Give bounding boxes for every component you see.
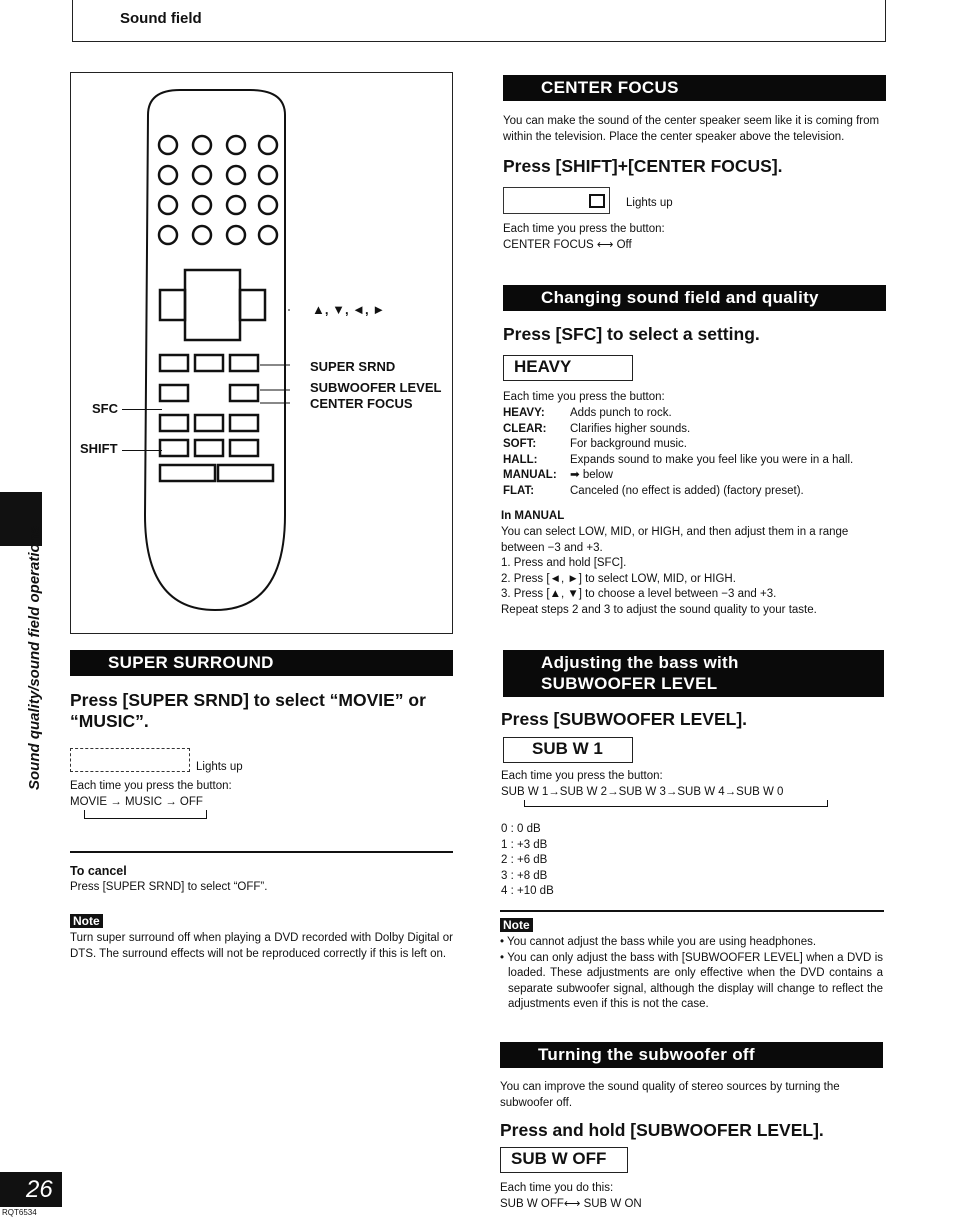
- subwoofer-off-cycle: SUB W OFF⟷ SUB W ON: [500, 1198, 642, 1210]
- level-row: 3 : +8 dB: [501, 869, 548, 882]
- label-subwoofer-level: SUBWOOFER LEVEL: [310, 380, 442, 395]
- mode-row: SOFT: For background music.: [503, 437, 853, 453]
- mode-desc: Adds punch to rock.: [570, 407, 672, 419]
- note-item: • You can only adjust the bass with [SUB…: [500, 951, 884, 1011]
- manual-page: Sound field ▲, ▼, ◄, ► SUPER SRND SUBWOO…: [0, 0, 954, 1227]
- center-focus-display: [503, 187, 610, 214]
- subwoofer-off-intro: You can improve the sound quality of ste…: [500, 1081, 840, 1109]
- center-focus-intro: You can make the sound of the center spe…: [503, 115, 880, 143]
- label-sfc: SFC: [92, 401, 118, 416]
- level-row: 1 : +3 dB: [501, 838, 548, 851]
- mode-row: HALL: Expands sound to make you feel like…: [503, 453, 853, 469]
- sfc-leader-line: [122, 409, 162, 410]
- note-list: • You cannot adjust the bass while you a…: [500, 935, 883, 1013]
- cycle-return-arrow: [84, 810, 207, 819]
- each-time-text: Each time you press the button:: [503, 391, 665, 403]
- mode-name: HALL:: [503, 453, 538, 466]
- bar-line: SUBWOOFER LEVEL: [541, 674, 718, 693]
- mode-desc: ➡ below: [570, 469, 613, 482]
- center-focus-indicator-icon: [589, 194, 605, 208]
- super-surround-cycle: MOVIE → MUSIC → OFF: [70, 796, 203, 808]
- note-text: You cannot adjust the bass while you are…: [507, 936, 817, 948]
- center-focus-cycle: CENTER FOCUS ⟷ Off: [503, 239, 632, 251]
- mode-row: CLEAR: Clarifies higher sounds.: [503, 422, 853, 438]
- mode-row: HEAVY: Adds punch to rock.: [503, 406, 853, 422]
- remote-control-illustration: [143, 89, 290, 612]
- to-cancel-text: Press [SUPER SRND] to select “OFF”.: [70, 881, 268, 893]
- mode-desc: For background music.: [570, 438, 687, 451]
- sfc-heading: Press [SFC] to select a setting.: [503, 324, 760, 344]
- level-row: 2 : +6 dB: [501, 854, 548, 867]
- label-arrows: ▲, ▼, ◄, ►: [312, 302, 386, 317]
- note-badge: Note: [500, 918, 533, 932]
- sfc-display: HEAVY: [503, 355, 633, 381]
- each-time-text: Each time you press the button:: [70, 780, 232, 792]
- subwoofer-cycle: SUB W 1→SUB W 2→SUB W 3→SUB W 4→SUB W 0: [501, 786, 784, 798]
- super-surround-display: [70, 748, 190, 772]
- divider: [500, 910, 884, 912]
- mode-desc: Canceled (no effect is added) (factory p…: [570, 484, 804, 497]
- level-row: 4 : +10 dB: [501, 885, 554, 898]
- mode-name: HEAVY:: [503, 407, 545, 419]
- manual-line: Repeat steps 2 and 3 to adjust the sound…: [501, 603, 817, 616]
- super-surround-bar: SUPER SURROUND: [70, 650, 453, 676]
- mode-desc: Clarifies higher sounds.: [570, 422, 691, 435]
- mode-row: FLAT: Canceled (no effect is added) (fact…: [503, 484, 853, 500]
- lights-up-label: Lights up: [626, 197, 673, 209]
- subwoofer-bar: Adjusting the bass with SUBWOOFER LEVEL: [503, 650, 884, 697]
- in-manual-title: In MANUAL: [501, 510, 565, 522]
- label-shift: SHIFT: [80, 441, 118, 456]
- subwoofer-display: SUB W 1: [503, 737, 633, 763]
- side-tab-label: Sound quality/sound field operations: [26, 525, 43, 790]
- subwoofer-heading: Press [SUBWOOFER LEVEL].: [501, 709, 748, 729]
- page-number: 26: [0, 1172, 62, 1207]
- cycle-return-arrow: [524, 800, 828, 807]
- manual-line: 1. Press and hold [SFC].: [501, 557, 627, 570]
- each-time-text: Each time you do this:: [500, 1182, 614, 1194]
- db-levels: 0 : 0 dB 1 : +3 dB 2 : +6 dB 3 : +8 dB 4…: [501, 822, 554, 900]
- section-header: Sound field: [120, 10, 202, 27]
- manual-line: 3. Press [▲, ▼] to choose a level betwee…: [501, 588, 777, 601]
- note-text: Turn super surround off when playing a D…: [70, 932, 453, 960]
- manual-line: 2. Press [◄, ►] to select LOW, MID, or H…: [501, 572, 736, 585]
- mode-name: MANUAL:: [503, 469, 557, 482]
- sfc-bar: Changing sound field and quality: [503, 285, 886, 311]
- mode-name: CLEAR:: [503, 422, 547, 435]
- to-cancel-title: To cancel: [70, 864, 127, 878]
- label-super-srnd: SUPER SRND: [310, 359, 396, 374]
- level-row: 0 : 0 dB: [501, 823, 541, 835]
- each-time-text: Each time you press the button:: [503, 223, 665, 235]
- sfc-mode-list: HEAVY: Adds punch to rock. CLEAR: Clarifie…: [503, 406, 853, 500]
- shift-leader-line: [122, 450, 162, 451]
- each-time-text: Each time you press the button:: [501, 770, 663, 782]
- subwoofer-off-bar: Turning the subwoofer off: [500, 1042, 883, 1068]
- lights-up-label: Lights up: [196, 761, 243, 773]
- mode-desc: Expands sound to make you feel like you …: [570, 453, 854, 466]
- note-item: • You cannot adjust the bass while you a…: [500, 936, 817, 948]
- center-focus-bar: CENTER FOCUS: [503, 75, 886, 101]
- mode-name: SOFT:: [503, 438, 537, 451]
- document-code: RQT6534: [2, 1208, 37, 1217]
- manual-line: You can select LOW, MID, or HIGH, and th…: [501, 526, 849, 554]
- mode-name: FLAT:: [503, 484, 535, 497]
- bar-line: Adjusting the bass with: [541, 653, 739, 672]
- super-surround-heading: Press [SUPER SRND] to select “MOVIE” or …: [70, 690, 426, 731]
- note-text: You can only adjust the bass with [SUBWO…: [507, 951, 884, 1011]
- subwoofer-off-display: SUB W OFF: [500, 1147, 628, 1173]
- divider: [70, 851, 453, 853]
- note-badge: Note: [70, 914, 103, 928]
- subwoofer-off-heading: Press and hold [SUBWOOFER LEVEL].: [500, 1120, 824, 1140]
- center-focus-heading: Press [SHIFT]+[CENTER FOCUS].: [503, 156, 783, 176]
- mode-row: MANUAL: ➡ below: [503, 468, 853, 484]
- manual-instructions: You can select LOW, MID, or HIGH, and th…: [501, 525, 891, 619]
- label-center-focus: CENTER FOCUS: [310, 396, 413, 411]
